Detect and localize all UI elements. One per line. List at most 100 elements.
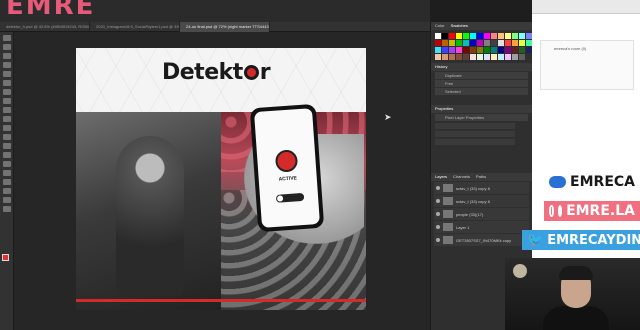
move-tool-icon[interactable] [3,35,11,41]
color-swatch[interactable] [484,40,490,46]
color-swatch[interactable] [491,40,497,46]
color-swatch[interactable] [505,40,511,46]
stamp-tool-icon[interactable] [3,107,11,113]
layer-row[interactable]: Layer 1 [434,221,529,233]
tab-paths[interactable]: Paths [476,173,486,181]
color-swatch[interactable] [491,54,497,60]
color-swatch[interactable] [463,54,469,60]
canvas-area[interactable]: Detekt r ACTIVE ➤ [14,32,430,330]
blur-tool-icon[interactable] [3,143,11,149]
color-swatch[interactable] [463,47,469,53]
color-swatch[interactable] [442,40,448,46]
color-swatch[interactable] [456,47,462,53]
path-select-tool-icon[interactable] [3,179,11,185]
eye-icon[interactable] [436,225,440,229]
history-brush-tool-icon[interactable] [3,116,11,122]
color-swatch[interactable] [463,40,469,46]
color-swatch[interactable] [498,33,504,39]
history-item[interactable]: Free [435,80,528,87]
color-swatch[interactable] [512,54,518,60]
color-swatch[interactable] [470,54,476,60]
foreground-color-swatch[interactable] [2,254,9,261]
color-swatch[interactable] [477,40,483,46]
eyedropper-tool-icon[interactable] [3,80,11,86]
color-swatch[interactable] [491,33,497,39]
color-swatch[interactable] [435,33,441,39]
swatch-grid[interactable] [431,30,532,63]
color-swatch[interactable] [442,54,448,60]
eraser-tool-icon[interactable] [3,125,11,131]
zoom-tool-icon[interactable] [3,206,11,212]
eye-icon[interactable] [436,186,440,190]
properties-field[interactable] [435,139,515,145]
tab-document-3[interactable]: 24-on final.psd @ 72% (night marker TTS4… [180,22,270,32]
color-swatch[interactable] [456,33,462,39]
eye-icon[interactable] [436,199,440,203]
color-swatch[interactable] [498,47,504,53]
tab-document-1[interactable]: detektor_h.psd @ 32.8% (#0B00D9Z43, RGB/… [0,22,90,32]
properties-field[interactable] [435,131,515,137]
color-swatch[interactable] [484,54,490,60]
color-swatch[interactable] [477,54,483,60]
color-swatch[interactable] [435,40,441,46]
healing-tool-icon[interactable] [3,89,11,95]
color-swatch[interactable] [505,47,511,53]
history-item[interactable]: Duplicate [435,72,528,79]
history-item[interactable]: Selected [435,88,528,95]
color-swatch[interactable] [456,54,462,60]
color-swatch[interactable] [484,47,490,53]
tab-swatches[interactable]: Swatches [451,22,468,30]
layer-row[interactable]: sctav_t (33) copy 8 [434,182,529,194]
color-swatch[interactable] [498,54,504,60]
color-swatch[interactable] [512,33,518,39]
color-swatch[interactable] [449,40,455,46]
tab-document-2[interactable]: 2020_Instagram16:9_SocialStylerx1.psd @ … [90,22,180,32]
color-swatch[interactable] [512,40,518,46]
tab-layers[interactable]: Layers [435,173,447,181]
color-swatch[interactable] [519,54,525,60]
pen-tool-icon[interactable] [3,161,11,167]
tab-channels[interactable]: Channels [453,173,470,181]
hand-tool-icon[interactable] [3,197,11,203]
gradient-tool-icon[interactable] [3,134,11,140]
artboard[interactable]: Detekt r ACTIVE [76,48,366,310]
layer-row[interactable]: GET3507SS7_IN470MKk copy [434,234,529,246]
color-swatch[interactable] [435,47,441,53]
eye-icon[interactable] [436,238,440,242]
color-swatch[interactable] [456,40,462,46]
color-swatch[interactable] [519,40,525,46]
properties-field[interactable] [435,123,515,129]
color-swatch[interactable] [470,40,476,46]
color-swatch[interactable] [449,47,455,53]
color-swatch[interactable] [442,47,448,53]
brush-tool-icon[interactable] [3,98,11,104]
color-swatch[interactable] [470,47,476,53]
layer-row[interactable]: sctav_t (33) copy 8 [434,195,529,207]
color-swatch[interactable] [512,47,518,53]
dodge-tool-icon[interactable] [3,152,11,158]
color-swatch[interactable] [484,33,490,39]
color-swatch[interactable] [435,54,441,60]
color-swatch[interactable] [505,33,511,39]
color-swatch[interactable] [449,54,455,60]
color-swatch[interactable] [463,33,469,39]
color-swatch[interactable] [477,47,483,53]
layer-row[interactable]: people (33)(17) [434,208,529,220]
lasso-tool-icon[interactable] [3,53,11,59]
crop-tool-icon[interactable] [3,71,11,77]
color-swatch[interactable] [477,33,483,39]
quick-select-tool-icon[interactable] [3,62,11,68]
color-swatch[interactable] [498,40,504,46]
color-swatch[interactable] [449,33,455,39]
tab-color[interactable]: Color [435,22,445,30]
color-swatch[interactable] [442,33,448,39]
marquee-tool-icon[interactable] [3,44,11,50]
color-swatch[interactable] [519,47,525,53]
color-swatch[interactable] [491,47,497,53]
shape-tool-icon[interactable] [3,188,11,194]
eye-icon[interactable] [436,212,440,216]
color-swatch[interactable] [519,33,525,39]
type-tool-icon[interactable] [3,170,11,176]
color-swatch[interactable] [505,54,511,60]
color-swatch[interactable] [470,33,476,39]
